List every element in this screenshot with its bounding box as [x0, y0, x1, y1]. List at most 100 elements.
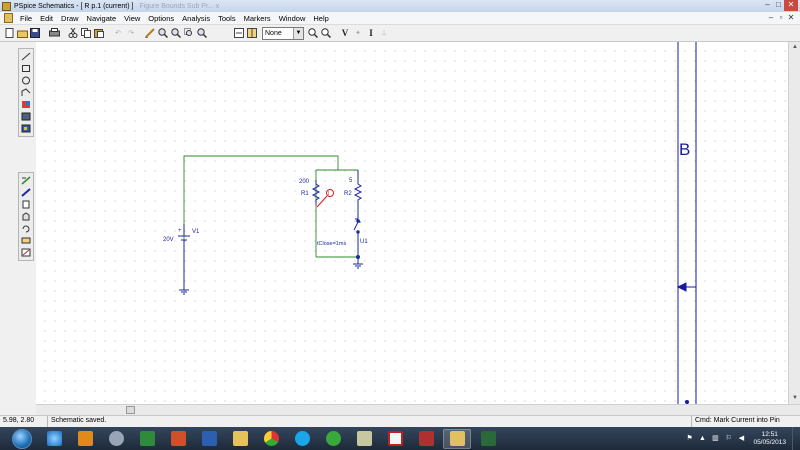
show-desktop-button[interactable] — [792, 427, 800, 450]
voltage-marker-button[interactable]: V — [339, 27, 351, 39]
voltage-source-v1[interactable] — [178, 224, 190, 295]
tool-palette — [0, 42, 36, 404]
news-icon[interactable] — [350, 429, 378, 449]
copy-icon[interactable] — [80, 27, 92, 39]
menu-help[interactable]: Help — [309, 14, 332, 23]
volume-icon[interactable]: ◀ — [736, 434, 746, 444]
v1-plus-sign: + — [178, 228, 182, 234]
media-player-icon[interactable] — [71, 429, 99, 449]
doc-minimize-button[interactable]: – — [766, 13, 776, 22]
doc-close-button[interactable]: ✕ — [786, 13, 796, 22]
circle-tool-icon[interactable] — [20, 75, 32, 86]
menu-window[interactable]: Window — [275, 14, 310, 23]
wizard-icon[interactable] — [102, 429, 130, 449]
minimize-button[interactable]: – — [762, 0, 773, 11]
v1-value: 20V — [163, 237, 174, 243]
wire-tool-icon[interactable] — [20, 175, 32, 186]
schematic-canvas[interactable]: + V1 20V 200 R1 5 R2 tClose=1ms U1 I B — [36, 42, 788, 404]
paste-icon[interactable] — [93, 27, 105, 39]
network-icon[interactable]: ▥ — [710, 434, 720, 444]
menu-options[interactable]: Options — [144, 14, 178, 23]
alert-icon[interactable]: ⚑ — [684, 434, 694, 444]
r1-label: R1 — [301, 191, 309, 197]
text-tool-icon[interactable] — [20, 99, 32, 110]
display-select[interactable]: None ▼ — [262, 26, 304, 40]
chrome-icon[interactable] — [257, 429, 285, 449]
word-icon[interactable] — [195, 429, 223, 449]
scroll-down-icon[interactable]: ▼ — [789, 393, 800, 404]
doc-restore-button[interactable]: ▫ — [776, 13, 786, 22]
horizontal-scrollbar[interactable] — [36, 404, 800, 415]
zoom-in-icon[interactable] — [157, 27, 169, 39]
menu-markers[interactable]: Markers — [240, 14, 275, 23]
pspice-icon[interactable] — [443, 428, 471, 449]
acrobat-icon[interactable] — [381, 429, 409, 449]
menu-draw[interactable]: Draw — [57, 14, 83, 23]
part-tools-group — [18, 172, 34, 261]
expand-tray-icon[interactable]: ▲ — [697, 434, 707, 444]
flag-icon[interactable]: ⚐ — [723, 434, 733, 444]
attributes-icon[interactable] — [20, 247, 32, 258]
bus-tool-icon[interactable] — [20, 187, 32, 198]
powerpoint-icon[interactable] — [164, 429, 192, 449]
maximize-button[interactable]: □ — [773, 0, 784, 11]
draw-tools-group — [18, 48, 34, 137]
menu-file[interactable]: File — [16, 14, 36, 23]
redraw-icon[interactable] — [233, 27, 245, 39]
schematic-drawing[interactable]: + V1 20V 200 R1 5 R2 tClose=1ms U1 I B — [36, 42, 788, 404]
cut-icon[interactable] — [67, 27, 79, 39]
start-button[interactable] — [12, 428, 32, 449]
zoom-to-part-icon[interactable] — [320, 27, 332, 39]
resistor-r2[interactable] — [353, 170, 363, 205]
marker-pin-icon[interactable]: ⊥ — [378, 27, 390, 39]
block-tool-icon[interactable] — [20, 199, 32, 210]
windows-taskbar: ⚑ ▲ ▥ ⚐ ◀ 12:51 05/05/2013 — [0, 427, 800, 450]
image-tool-icon[interactable] — [20, 123, 32, 134]
close-button[interactable]: ✕ — [784, 0, 798, 11]
clock[interactable]: 12:51 05/05/2013 — [753, 431, 786, 447]
archive-icon[interactable] — [412, 429, 440, 449]
zoom-area-icon[interactable] — [183, 27, 195, 39]
excel-icon[interactable] — [133, 429, 161, 449]
scroll-up-icon[interactable]: ▲ — [789, 42, 800, 53]
save-icon[interactable] — [29, 27, 41, 39]
sparkle-icon[interactable]: ✦ — [352, 27, 364, 39]
open-icon[interactable] — [16, 27, 28, 39]
bitmap-tool-icon[interactable] — [20, 111, 32, 122]
document-icon[interactable] — [4, 13, 13, 23]
new-icon[interactable] — [3, 27, 15, 39]
get-part-icon[interactable] — [20, 211, 32, 222]
menu-analysis[interactable]: Analysis — [178, 14, 214, 23]
box-tool-icon[interactable] — [20, 63, 32, 74]
zoom-out-icon[interactable] — [170, 27, 182, 39]
current-marker-button[interactable]: I — [365, 27, 377, 39]
zoom-fit-icon[interactable] — [196, 27, 208, 39]
main-toolbar: ↶ ↷ None ▼ V ✦ I ⊥ — [0, 25, 800, 42]
vertical-scrollbar[interactable]: ▲ ▼ — [788, 42, 800, 404]
wire-top-left[interactable] — [183, 155, 339, 250]
chevron-down-icon[interactable]: ▼ — [293, 27, 303, 39]
part-browser-icon[interactable] — [307, 27, 319, 39]
pencil-icon[interactable] — [144, 27, 156, 39]
menu-navigate[interactable]: Navigate — [83, 14, 121, 23]
undo-icon[interactable]: ↶ — [112, 27, 124, 39]
skype-icon[interactable] — [288, 429, 316, 449]
menu-edit[interactable]: Edit — [36, 14, 57, 23]
menu-tools[interactable]: Tools — [214, 14, 240, 23]
scroll-thumb[interactable] — [126, 406, 135, 414]
redo-icon[interactable]: ↷ — [125, 27, 137, 39]
ie-icon[interactable] — [40, 429, 68, 449]
folder-icon[interactable] — [226, 429, 254, 449]
line-tool-icon[interactable] — [20, 51, 32, 62]
r1-value: 200 — [299, 179, 310, 185]
symbol-icon[interactable] — [20, 235, 32, 246]
menu-view[interactable]: View — [120, 14, 144, 23]
grid-icon[interactable] — [246, 27, 258, 39]
probe-icon[interactable] — [474, 429, 502, 449]
switch-u1[interactable] — [353, 205, 363, 269]
rotate-icon[interactable] — [20, 223, 32, 234]
sync-icon[interactable] — [319, 429, 347, 449]
border-zone-letter: B — [679, 140, 690, 159]
polyline-tool-icon[interactable] — [20, 87, 32, 98]
print-icon[interactable] — [48, 27, 60, 39]
